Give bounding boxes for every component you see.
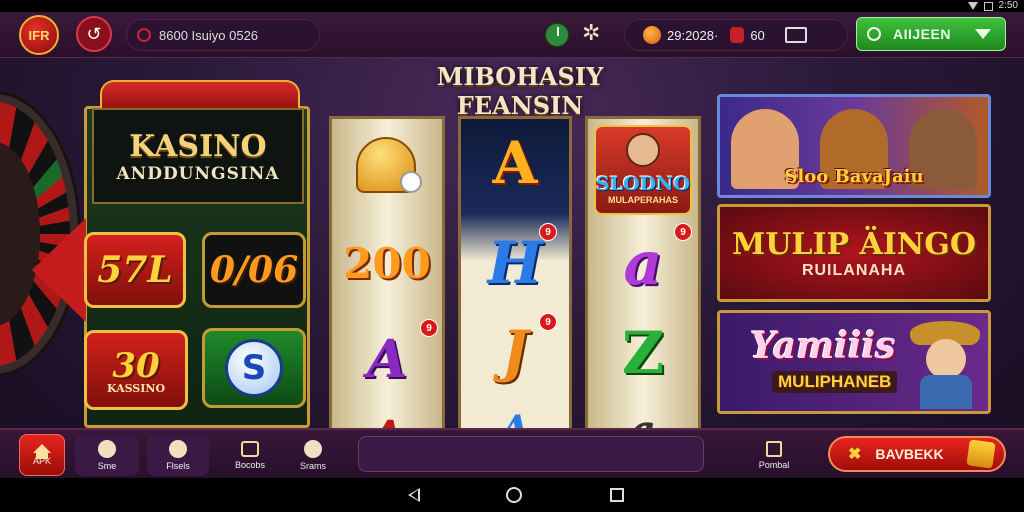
- gem-icon: [965, 439, 996, 469]
- slodno-subtitle: MULAPERAHAS: [607, 195, 678, 205]
- reel2-symbol-a: A: [492, 129, 538, 197]
- android-back-icon[interactable]: [408, 488, 420, 502]
- bag-count: 60: [750, 27, 765, 43]
- user-info-pill[interactable]: 8600 Isuiyo 0526: [126, 19, 320, 51]
- join-button[interactable]: AIIJEEN: [856, 17, 1006, 51]
- bonus-label: BAVBEKK: [875, 446, 944, 462]
- game-tile-s-coin[interactable]: S: [202, 328, 306, 408]
- bell-icon: [356, 137, 422, 193]
- promo-card1-label: Sloo BavaJaiu: [784, 166, 924, 187]
- kasino-title: KASINO: [129, 128, 267, 164]
- bag-icon: [730, 27, 745, 43]
- tile-a-label: 57L: [97, 249, 173, 291]
- status-time: 2:50: [998, 0, 1018, 11]
- top-bar: IFR ↺ 8600 Isuiyo 0526 ✲ 29:2028· 60 AII…: [0, 12, 1024, 58]
- cowboy-character-icon: [910, 321, 980, 409]
- balance-pill[interactable]: 29:2028· 60: [624, 19, 848, 51]
- user-status-icon: [137, 28, 151, 42]
- promo-card-characters[interactable]: Sloo BavaJaiu: [717, 94, 991, 198]
- slodno-game-logo[interactable]: SLODNO MULAPERAHAS: [594, 125, 692, 215]
- game-tile-57l[interactable]: 57L: [84, 232, 186, 308]
- wifi-icon: [967, 2, 978, 10]
- back-arrow-icon: ↺: [86, 23, 102, 44]
- battery-icon: [983, 1, 993, 11]
- status-icons: 2:50: [967, 0, 1018, 12]
- join-circle-icon: [867, 27, 881, 41]
- slot-reel-3[interactable]: SLODNO MULAPERAHAS a Z a 9: [585, 116, 701, 438]
- tile-c-label: KASSINO: [106, 381, 166, 395]
- banner-title: MIBOHASIY FEANSIN: [436, 62, 604, 120]
- box-icon: [241, 440, 259, 457]
- bottom-nav: APK Sme Flsels Bocobs Srams Pombal ✖ BAV…: [0, 428, 1024, 478]
- prev-arrow-button[interactable]: [32, 218, 86, 322]
- nav-item-5[interactable]: Srams: [288, 434, 338, 476]
- reel2-badge-a: 9: [539, 223, 557, 241]
- android-nav-bar: [0, 478, 1024, 512]
- nav-item-2[interactable]: Sme: [75, 434, 139, 476]
- app-logo-button[interactable]: IFR: [19, 15, 59, 55]
- gamepad-icon: [169, 439, 187, 458]
- mic-icon[interactable]: [545, 23, 569, 47]
- kasino-sign: KASINO ANDDUNGSINA: [92, 108, 304, 204]
- character-face-icon: [626, 133, 660, 167]
- back-button[interactable]: ↺: [76, 16, 112, 52]
- logo-text: IFR: [28, 27, 50, 43]
- gift-icon: [766, 440, 782, 457]
- slot-reel-2[interactable]: A H J A 9 9: [458, 116, 572, 438]
- reel3-badge: 9: [674, 223, 692, 241]
- tile-c-number: 30: [112, 345, 160, 386]
- android-recents-icon[interactable]: [610, 488, 624, 502]
- promo-card-yamiiis[interactable]: Yamiiis MULIPHANEB: [717, 310, 991, 414]
- bonus-x-icon: ✖: [848, 446, 862, 463]
- promo-card2-title: MULIP ÄINGO: [732, 226, 976, 262]
- promo-card3-subtitle: MULIPHANEB: [772, 371, 898, 393]
- nav-item-4[interactable]: Bocobs: [219, 434, 281, 476]
- reel1-symbol-200: 200: [343, 239, 431, 288]
- reel1-badge: 9: [420, 319, 438, 337]
- promo-card-mulip-aingo[interactable]: MULIP ÄINGO RUILANAHA: [717, 204, 991, 302]
- nav-item-3[interactable]: Flsels: [147, 434, 209, 476]
- gift-label: Pombal: [758, 459, 790, 470]
- slot-reel-1[interactable]: 200 A A 9: [329, 116, 445, 438]
- nav-item-4-label: Bocobs: [234, 459, 266, 470]
- promo-card2-subtitle: RUILANAHA: [801, 261, 907, 279]
- settings-star-icon[interactable]: ✲: [582, 20, 600, 46]
- nav-item-3-label: Flsels: [166, 460, 190, 471]
- android-home-icon[interactable]: [506, 487, 522, 503]
- slodno-title: SLODNO: [595, 173, 691, 195]
- game-tile-30-kassino[interactable]: 30 KASSINO: [84, 330, 188, 410]
- bonus-button[interactable]: ✖ BAVBEKK: [828, 436, 1006, 472]
- reel2-badge-b: 9: [539, 313, 557, 331]
- join-label: AIIJEEN: [893, 26, 951, 42]
- kasino-subtitle: ANDDUNGSINA: [116, 163, 280, 184]
- send-icon[interactable]: [784, 27, 807, 43]
- casino-app: IFR ↺ 8600 Isuiyo 0526 ✲ 29:2028· 60 AII…: [0, 12, 1024, 478]
- reel3-symbol-z: Z: [621, 319, 665, 387]
- nav-item-5-label: Srams: [299, 460, 326, 471]
- nav-home-button[interactable]: APK: [19, 434, 65, 476]
- reel1-symbol-a: A: [366, 329, 408, 390]
- balance-text: 29:2028·: [667, 27, 719, 43]
- coin-icon: [643, 26, 661, 44]
- tile-b-label: 0/06: [209, 249, 299, 291]
- user-info-text: 8600 Isuiyo 0526: [159, 27, 259, 43]
- promo-card3-title: Yamiiis: [750, 325, 896, 367]
- s-coin-icon: S: [225, 339, 283, 397]
- home-icon: [33, 444, 51, 459]
- chat-icon: [98, 439, 116, 458]
- camera-icon: [304, 439, 322, 458]
- status-bar: 2:50: [0, 0, 1024, 12]
- nav-item-2-label: Sme: [97, 460, 117, 471]
- search-input[interactable]: [358, 436, 704, 472]
- chevron-down-icon: [974, 29, 991, 39]
- gift-button[interactable]: Pombal: [750, 434, 798, 476]
- game-tile-006[interactable]: 0/06: [202, 232, 306, 308]
